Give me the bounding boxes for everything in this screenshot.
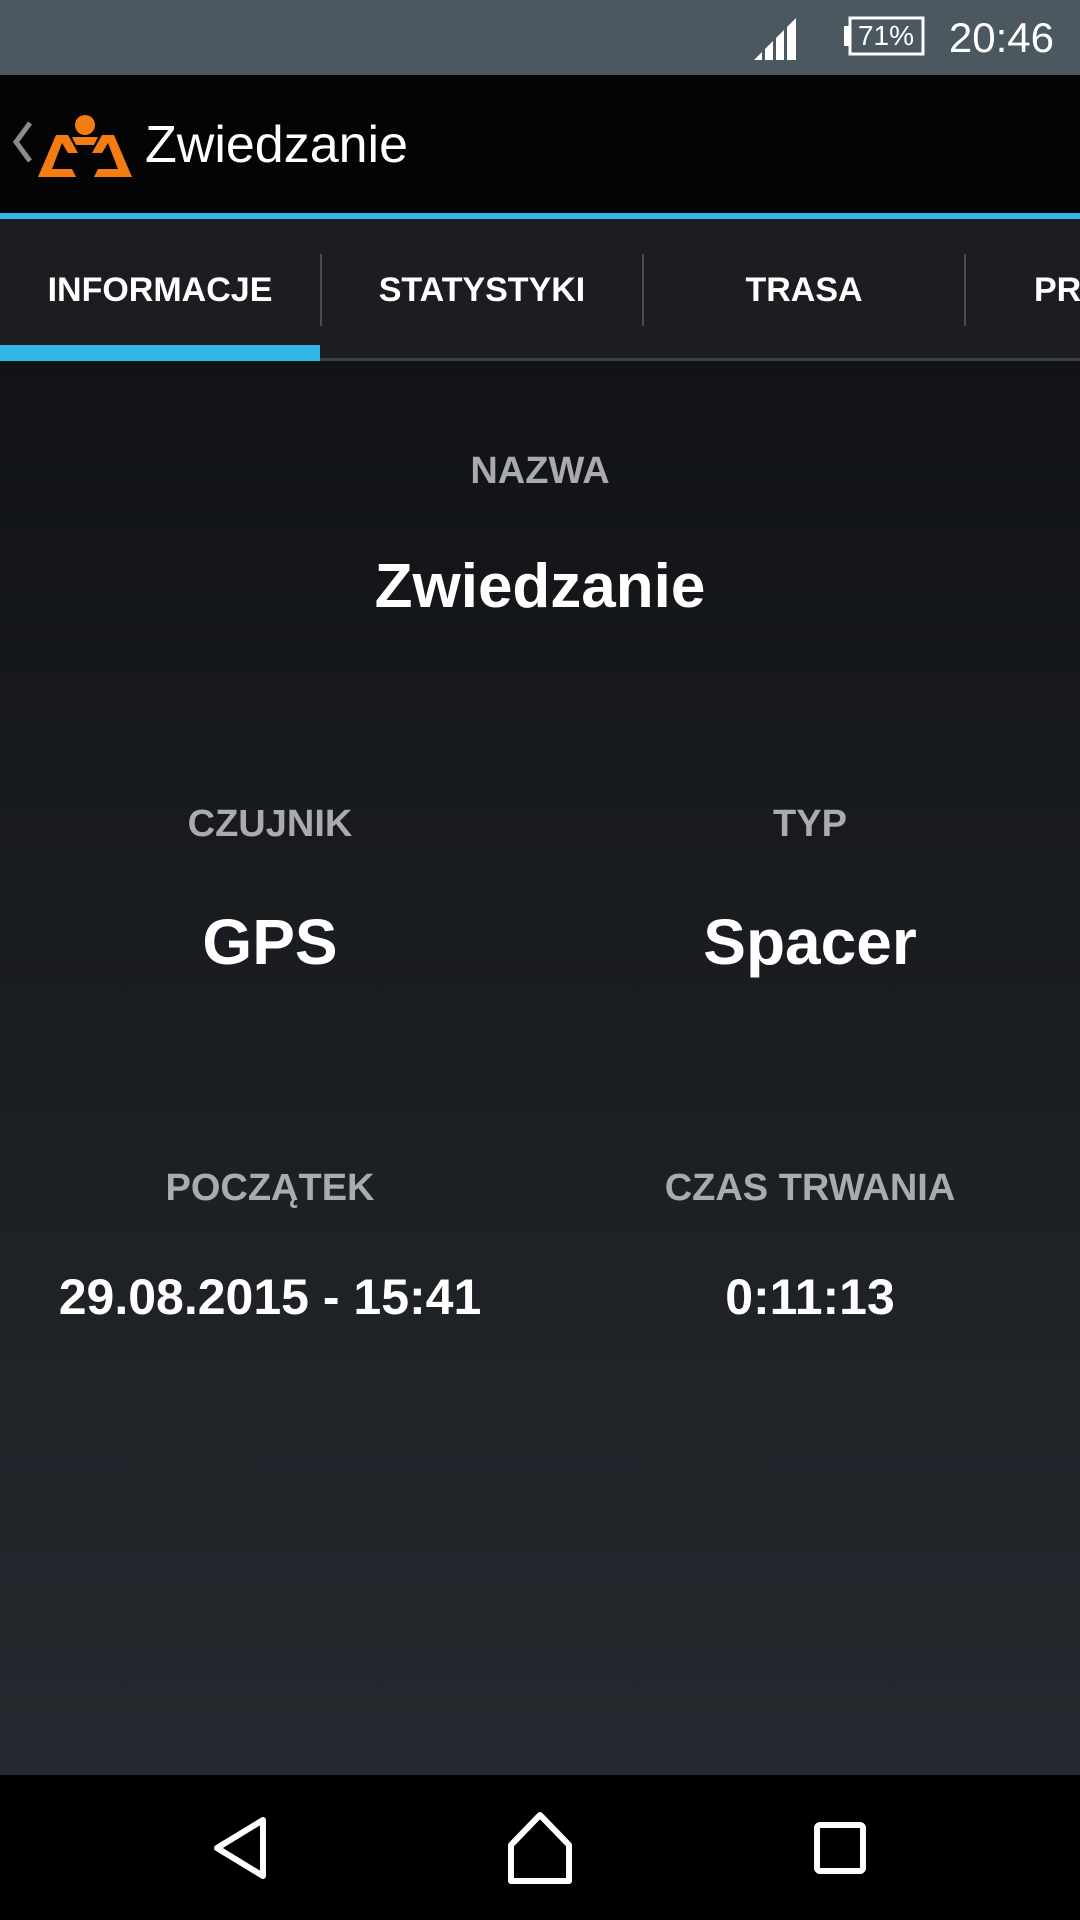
name-label: NAZWA bbox=[470, 450, 610, 492]
home-icon[interactable] bbox=[495, 1803, 585, 1893]
signal-icon bbox=[754, 18, 796, 60]
battery-percent: 71% bbox=[857, 20, 915, 51]
sensor-label: CZUJNIK bbox=[187, 803, 353, 845]
type-value: Spacer bbox=[703, 906, 917, 978]
tab-trasa[interactable]: TRASA bbox=[644, 219, 964, 361]
navigation-bar bbox=[0, 1775, 1080, 1920]
tab-selected-indicator bbox=[0, 345, 320, 361]
up-caret-icon[interactable] bbox=[10, 117, 34, 167]
action-bar: Zwiedzanie bbox=[0, 75, 1080, 213]
status-clock: 20:46 bbox=[948, 14, 1054, 61]
duration-value: 0:11:13 bbox=[725, 1269, 895, 1325]
tab-partial[interactable]: PR bbox=[966, 219, 1080, 361]
name-value: Zwiedzanie bbox=[374, 552, 706, 621]
duration-label: CZAS TRWANIA bbox=[664, 1167, 956, 1209]
start-label: POCZĄTEK bbox=[165, 1167, 375, 1209]
sensor-value: GPS bbox=[202, 906, 338, 978]
info-content: NAZWA Zwiedzanie CZUJNIK GPS TYP Spacer … bbox=[0, 361, 1080, 1775]
start-value: 29.08.2015 - 15:41 bbox=[58, 1269, 482, 1325]
back-icon[interactable] bbox=[195, 1803, 285, 1893]
screen: 71% 20:46 Zwiedzanie INFORMACJE STATYSTY… bbox=[0, 0, 1080, 1920]
recents-icon[interactable] bbox=[795, 1803, 885, 1893]
screen-title: Zwiedzanie bbox=[145, 116, 409, 174]
app-logo-icon[interactable] bbox=[38, 113, 132, 177]
tab-statystyki[interactable]: STATYSTYKI bbox=[322, 219, 642, 361]
tab-bar: INFORMACJE STATYSTYKI TRASA PR bbox=[0, 219, 1080, 361]
type-label: TYP bbox=[773, 803, 847, 845]
status-bar: 71% 20:46 bbox=[0, 0, 1080, 75]
tab-informacje[interactable]: INFORMACJE bbox=[0, 219, 320, 361]
